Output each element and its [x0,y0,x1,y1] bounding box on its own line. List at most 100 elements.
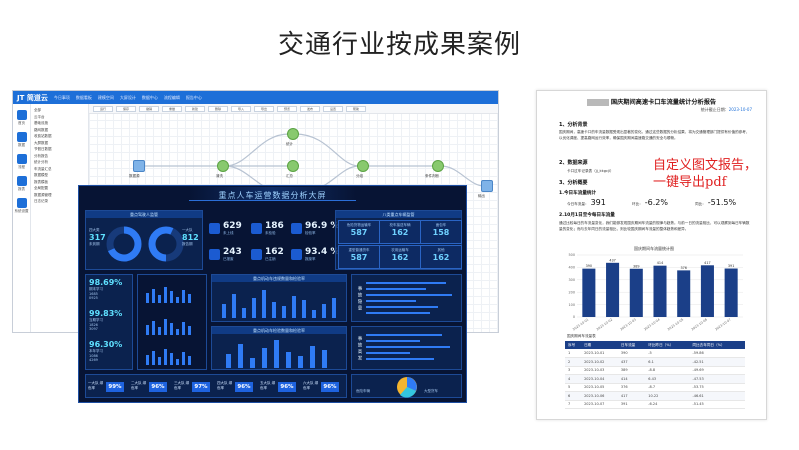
y-tick-label: 400 [569,266,575,270]
vehicle-panel: 八类重点车辆监管 危险货物运输车 587 校车接送车辆 162 面包车 158 重型普… [335,210,462,270]
kpi-grid: 629 未上线 186 未检验 96.9 % 检验率 243 已报废 162 已注销 93… [207,210,339,270]
table-row: 1 2023-10-01 390 -5 -59.86 [565,349,745,358]
table-cell: -6.24 [645,400,690,409]
report-icon[interactable] [16,176,27,186]
study-stat: 99.83% 当期学习 1826 3097 [89,309,122,331]
section-heading: 3、分析概要 [559,180,588,186]
app-tab[interactable]: 大屏设计 [120,95,136,101]
flow-node[interactable] [217,160,229,172]
traffic-table: 序号 日期 日车流量 环比昨日（%） 同比去年同日（%） 1 2023-10-01… [565,341,745,409]
table-header: 日车流量 [617,341,646,349]
table-header: 日期 [581,341,618,349]
team-rate-value: 96% [235,382,253,392]
report-meta: 统计截止日期：2023-10-07 [701,107,752,113]
table-row: 7 2023-10-07 391 -6.24 -51.45 [565,400,745,409]
report-title: 国庆期间高速卡口车流量统计分析报告 [537,97,766,106]
vehicle-tile: 校车接送车辆 162 [379,220,421,244]
data-dashboard-screenshot: 重点人车运营数据分析大屏 重点驾驶人监管 四大类 317 未到期 一大队 812… [78,185,467,403]
study-stat-pct: 99.83% [89,309,123,318]
table-row: 3 2023-10-03 389 -8.8 -49.69 [565,366,745,375]
flow-node-label: 清洗 [216,174,223,178]
dashboard-title: 重点人车运营数据分析大屏 [218,191,327,200]
table-cell: 391 [617,400,646,409]
study-stat-v2: 4269 [89,358,98,362]
flow-icon[interactable] [16,154,27,164]
x-tick-label: 2023-10-05 [667,318,684,332]
table-cell: 2023-10-06 [581,391,618,401]
x-tick-label: 2023-10-06 [691,318,708,332]
x-tick-label: 2023-10-01 [572,318,589,332]
team-name: 六大队 绿色率 [303,381,319,390]
tile-value: 587 [350,228,368,237]
kpi-value: 629 [223,221,242,231]
kpi-icon [251,249,262,260]
table-cell: -46.61 [689,391,745,401]
flow-node-label: 分组 [356,174,363,178]
app-tab[interactable]: 建模空间 [98,95,114,101]
side-label: 数据 [18,143,25,147]
truck-label: 大型货车 [424,389,438,393]
tile-value: 158 [432,228,450,237]
app-tab[interactable]: 数据中心 [142,95,158,101]
section-paragraph: 卡口过车记录表（jj_kkgcjl） [567,169,614,173]
app-tab[interactable]: 今日事项 [54,95,70,101]
tile-value: 587 [350,253,368,262]
app-tab[interactable]: 数据看板 [76,95,92,101]
table-cell: -42.51 [689,357,745,367]
side-label: 事故高发 [357,336,362,362]
app-tab[interactable]: 报告中心 [186,95,202,101]
stat-today: 今日车流量： 391 [567,198,608,207]
team-name: 三大队 绿色率 [174,381,190,390]
side-label: 事故隐患 [357,286,362,312]
study-stat: 98.69% 期末学习 1685 0925 [89,278,122,300]
table-cell: 376 [617,383,646,392]
stat-yoy-label: 环比： [632,202,643,206]
flow-node[interactable] [357,160,369,172]
flow-node[interactable] [287,128,299,140]
app-logo: JT 简道云 [17,93,48,102]
danger-vehicles: 危险车辆 117 辆 [356,377,381,402]
danger-label: 危险车辆 [356,389,370,393]
team-rate-panel: 一大队 绿色率 99% 二大队 绿色率 96% 三大队 绿色率 97% 四大队 绿色率… [85,374,347,398]
bar-value-label: 390 [586,264,592,268]
side-label: 系统设置 [14,209,29,213]
truck-count: 大型货车 420 辆 [424,377,449,402]
flow-node-label: 输出 [478,194,485,198]
team-rate-value: 97% [192,382,210,392]
home-icon[interactable] [16,110,27,120]
driver-panel: 重点驾驶人监管 四大类 317 未到期 一大队 812 报告期 [85,210,203,270]
flow-node[interactable] [481,180,493,192]
app-top-bar: JT 简道云 今日事项 数据看板 建模空间 大屏设计 数据中心 流程编辑 报告中… [13,91,498,104]
x-tick-label: 2023-10-07 [714,318,731,332]
flow-node[interactable] [287,160,299,172]
kpi-label: 未上线 [223,231,234,235]
team-rate-value: 96% [149,382,167,392]
accident-high-bars [366,334,450,360]
flow-node[interactable] [133,160,145,172]
kpi-icon [251,223,262,234]
bar [606,262,620,317]
section-paragraph: 通过比较每日的车流量变化，我们能够发现国庆期间车流量的规律与趋势。与前一日的流量… [559,221,750,231]
kpi-icon [209,249,220,260]
team-rate: 六大队 绿色率 96% [303,380,345,394]
y-tick-label: 100 [569,303,575,307]
flow-node[interactable] [432,160,444,172]
table-cell: 2023-10-03 [581,366,618,375]
bar [700,265,714,317]
settings-icon[interactable] [16,198,27,208]
subsection-heading: 1.今日车流量统计 [559,191,597,196]
y-tick-label: 500 [569,253,575,257]
table-cell: 390 [617,349,646,358]
table-row: 4 2023-10-04 414 6.43 -47.53 [565,374,745,384]
pie-chart [397,377,417,398]
accident-risk-panel: 事故隐患 [351,274,462,322]
tile-value: 162 [432,253,450,262]
app-tab[interactable]: 流程编辑 [164,95,180,101]
table-cell: 6 [565,391,582,401]
database-icon[interactable] [16,132,27,142]
table-cell: -51.45 [689,400,745,409]
bar-value-label: 391 [728,264,734,268]
team-rate: 三大队 绿色率 97% [174,380,216,394]
inspection-chart-panel: 重点机动车检验数量和检验率 [211,326,347,370]
tile-value: 162 [391,253,409,262]
